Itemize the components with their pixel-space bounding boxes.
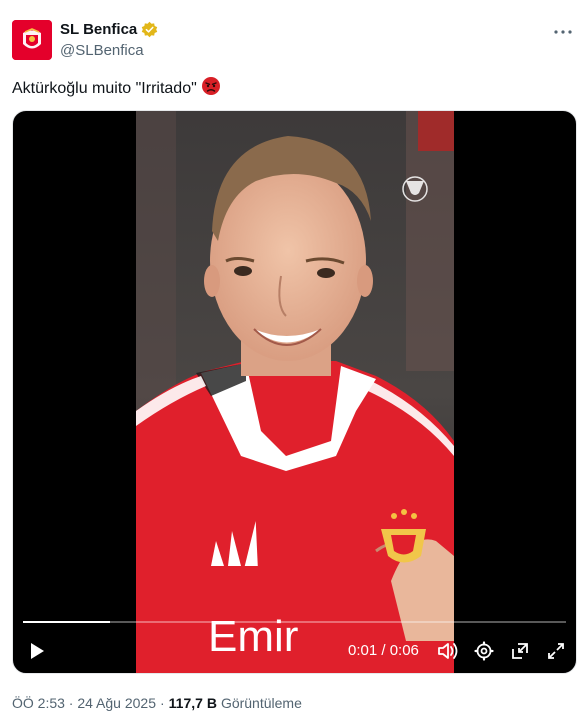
post-header: SL Benfica @SLBenfica (12, 12, 575, 64)
play-icon[interactable] (25, 639, 49, 663)
display-name[interactable]: SL Benfica (60, 21, 137, 38)
fullscreen-icon[interactable] (544, 639, 568, 663)
video-controls: 0:01 / 0:06 (13, 629, 576, 673)
gold-verified-icon[interactable] (141, 21, 158, 38)
post-meta: ÖÖ 2:53 · 24 Ağu 2025 · 117,7 B Görüntül… (12, 695, 302, 711)
settings-gear-icon[interactable] (472, 639, 496, 663)
picture-in-picture-icon[interactable] (508, 639, 532, 663)
meta-separator: · (160, 695, 165, 711)
views-count: 117,7 B (168, 695, 217, 711)
more-options-icon[interactable] (551, 22, 575, 42)
name-row: SL Benfica (60, 21, 158, 38)
handle[interactable]: @SLBenfica (60, 42, 144, 59)
views-label: Görüntüleme (220, 695, 302, 711)
angry-face-emoji (201, 76, 221, 101)
time-display: 0:01 / 0:06 (348, 642, 419, 659)
progress-bar[interactable] (23, 621, 566, 623)
post-timestamp[interactable]: ÖÖ 2:53 · 24 Ağu 2025 (12, 695, 156, 711)
volume-icon[interactable] (436, 639, 460, 663)
post-text-content: Aktürkoğlu muito "Irritado" (12, 79, 197, 97)
progress-fill (23, 621, 110, 623)
post-text: Aktürkoğlu muito "Irritado" (12, 76, 221, 101)
video-player[interactable]: Emir 0:01 / 0:06 (12, 110, 577, 674)
video-frame[interactable]: Emir (136, 111, 454, 673)
avatar[interactable] (12, 20, 52, 60)
